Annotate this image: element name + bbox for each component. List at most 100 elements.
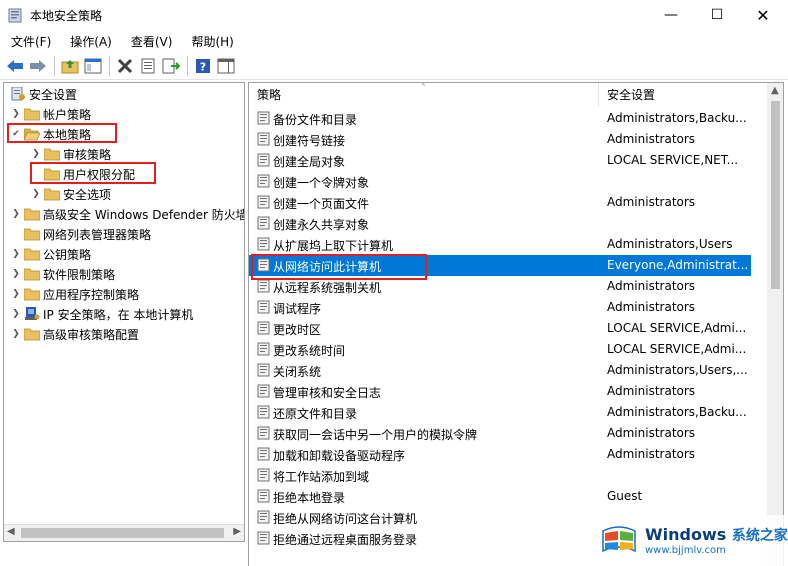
- policy-row[interactable]: 从扩展坞上取下计算机 Administrators,Users: [249, 234, 751, 255]
- policy-row[interactable]: 创建全局对象 LOCAL SERVICE,NET...: [249, 150, 751, 171]
- security-settings-icon: [11, 87, 25, 101]
- policy-name: 加载和卸载设备驱动程序: [273, 449, 406, 463]
- tree-item-public-key-policies[interactable]: ❯ 公钥策略: [10, 244, 91, 264]
- help-button[interactable]: ?: [192, 55, 214, 77]
- tree-label: 网络列表管理器策略: [43, 227, 152, 242]
- toolbar: ?: [0, 52, 788, 80]
- ip-security-icon: [25, 307, 40, 320]
- policy-setting-icon: [257, 384, 270, 398]
- policy-value: Administrators: [607, 279, 696, 293]
- console-tree-pane[interactable]: 安全设置 ❯ 帐户策略 ✔ 本地策略 ❯ 审核策略 用户权限分配 ❯ 安全选项 …: [3, 82, 245, 542]
- policy-list-pane[interactable]: 策略 ˄ 安全设置 备份文件和目录 Administrators,Backu...…: [248, 82, 784, 566]
- tree-item-ip-security[interactable]: ❯ IP 安全策略，在 本地计算机: [10, 304, 193, 324]
- close-button[interactable]: ✕: [740, 0, 786, 30]
- policy-row[interactable]: 关闭系统 Administrators,Users,...: [249, 360, 751, 381]
- show-tree-button[interactable]: [82, 55, 104, 77]
- menu-view[interactable]: 查看(V): [120, 30, 181, 52]
- folder-icon: [24, 268, 40, 281]
- policy-row[interactable]: 加载和卸载设备驱动程序 Administrators: [249, 444, 751, 465]
- policy-setting-icon: [257, 153, 270, 167]
- policy-value: Administrators: [607, 447, 696, 461]
- tree-item-security-options[interactable]: ❯ 安全选项: [30, 184, 111, 204]
- chevron-right-icon[interactable]: ❯: [10, 109, 22, 119]
- tree-item-network-list-manager[interactable]: 网络列表管理器策略: [10, 224, 151, 244]
- delete-button[interactable]: [114, 55, 136, 77]
- annotation-box-access-from-network: [251, 254, 427, 280]
- scroll-left-icon[interactable]: ◀: [7, 526, 15, 537]
- policy-value: LOCAL SERVICE,Admi...: [607, 342, 747, 356]
- menu-action[interactable]: 操作(A): [59, 30, 120, 52]
- folder-icon: [44, 188, 60, 201]
- policy-row[interactable]: 创建符号链接 Administrators: [249, 129, 751, 150]
- chevron-right-icon[interactable]: ❯: [10, 309, 22, 319]
- policy-name: 调试程序: [273, 302, 322, 316]
- policy-value: Administrators: [607, 195, 696, 209]
- chevron-right-icon[interactable]: ❯: [30, 189, 42, 199]
- folder-icon: [24, 328, 40, 341]
- policy-name: 创建永久共享对象: [273, 218, 370, 232]
- tree-label: 审核策略: [63, 147, 112, 162]
- tree-label: IP 安全策略，在 本地计算机: [43, 307, 194, 322]
- properties-button[interactable]: [137, 55, 159, 77]
- tree-item-application-control[interactable]: ❯ 应用程序控制策略: [10, 284, 139, 304]
- tree-label: 安全选项: [63, 187, 112, 202]
- tree-item-audit-policy[interactable]: ❯ 审核策略: [30, 144, 111, 164]
- tree-root-security-settings[interactable]: 安全设置: [8, 84, 77, 104]
- tree-label: 公钥策略: [43, 247, 92, 262]
- export-list-button[interactable]: [160, 55, 182, 77]
- folder-up-icon: [61, 59, 79, 73]
- tree-item-software-restriction[interactable]: ❯ 软件限制策略: [10, 264, 115, 284]
- policy-row[interactable]: 更改系统时间 LOCAL SERVICE,Admi...: [249, 339, 751, 360]
- minimize-button[interactable]: —: [648, 0, 694, 30]
- policy-name: 还原文件和目录: [273, 407, 358, 421]
- policy-row[interactable]: 获取同一会话中另一个用户的模拟令牌 Administrators: [249, 423, 751, 444]
- chevron-right-icon[interactable]: ❯: [10, 289, 22, 299]
- tree-horizontal-scrollbar[interactable]: ◀ ▶: [4, 524, 244, 541]
- scroll-up-icon[interactable]: ▲: [771, 85, 779, 96]
- annotation-box-user-rights: [30, 162, 156, 184]
- folder-icon: [24, 108, 40, 121]
- scroll-right-icon[interactable]: ▶: [233, 526, 241, 537]
- forward-button[interactable]: [27, 55, 49, 77]
- chevron-right-icon[interactable]: ❯: [10, 249, 22, 259]
- policy-setting-icon: [257, 426, 270, 440]
- policy-name: 创建符号链接: [273, 134, 346, 148]
- forward-arrow-icon: [30, 59, 46, 72]
- show-action-pane-button[interactable]: [215, 55, 237, 77]
- menu-file[interactable]: 文件(F): [0, 30, 59, 52]
- policy-name: 关闭系统: [273, 365, 322, 379]
- svg-text:?: ?: [200, 60, 206, 73]
- column-header-security-setting[interactable]: 安全设置: [599, 83, 749, 107]
- tree-label: 安全设置: [29, 87, 78, 102]
- scrollbar-thumb[interactable]: [21, 528, 224, 538]
- policy-row[interactable]: 创建一个页面文件 Administrators: [249, 192, 751, 213]
- scrollbar-thumb[interactable]: [771, 101, 780, 289]
- policy-row[interactable]: 创建永久共享对象: [249, 213, 751, 234]
- tree-item-account-policies[interactable]: ❯ 帐户策略: [10, 104, 91, 124]
- maximize-button[interactable]: ☐: [694, 0, 740, 30]
- policy-row[interactable]: 将工作站添加到域: [249, 465, 751, 486]
- policy-value: Administrators: [607, 426, 696, 440]
- policy-setting-icon: [257, 132, 270, 146]
- policy-setting-icon: [257, 468, 270, 482]
- policy-row[interactable]: 更改时区 LOCAL SERVICE,Admi...: [249, 318, 751, 339]
- chevron-right-icon[interactable]: ❯: [30, 149, 42, 159]
- policy-row[interactable]: 调试程序 Administrators: [249, 297, 751, 318]
- policy-row[interactable]: 还原文件和目录 Administrators,Backu...: [249, 402, 751, 423]
- policy-row[interactable]: 拒绝本地登录 Guest: [249, 486, 751, 507]
- chevron-right-icon[interactable]: ❯: [10, 269, 22, 279]
- tree-item-defender-firewall[interactable]: ❯ 高级安全 Windows Defender 防火墙: [10, 204, 244, 224]
- tree-item-advanced-audit[interactable]: ❯ 高级审核策略配置: [10, 324, 139, 344]
- policy-row[interactable]: 管理审核和安全日志 Administrators: [249, 381, 751, 402]
- policy-row[interactable]: 创建一个令牌对象: [249, 171, 751, 192]
- chevron-right-icon[interactable]: ❯: [10, 209, 22, 219]
- folder-icon: [44, 148, 60, 161]
- policy-row[interactable]: 备份文件和目录 Administrators,Backu...: [249, 108, 751, 129]
- menu-help[interactable]: 帮助(H): [180, 30, 241, 52]
- column-header-policy[interactable]: 策略 ˄: [249, 83, 599, 107]
- chevron-right-icon[interactable]: ❯: [10, 329, 22, 339]
- back-button[interactable]: [4, 55, 26, 77]
- list-vertical-scrollbar[interactable]: ▲: [767, 83, 783, 566]
- policy-setting-icon: [257, 342, 270, 356]
- up-level-button[interactable]: [59, 55, 81, 77]
